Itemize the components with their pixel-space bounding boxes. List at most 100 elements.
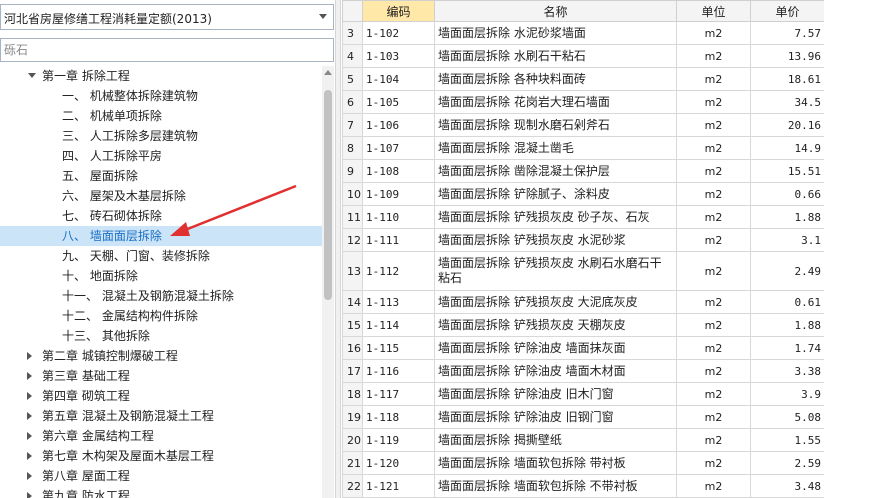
row-index-cell[interactable]: 16 bbox=[342, 336, 363, 360]
unit-cell[interactable]: m2 bbox=[676, 67, 751, 91]
table-row[interactable]: 4 1-103 墙面面层拆除 水刷石干粘石 m2 13.96 bbox=[342, 44, 824, 68]
code-cell[interactable]: 1-108 bbox=[362, 159, 435, 183]
code-cell[interactable]: 1-110 bbox=[362, 205, 435, 229]
tree-section-node[interactable]: 十三、 其他拆除 bbox=[0, 326, 322, 346]
header-price[interactable]: 单价 bbox=[750, 0, 824, 22]
name-cell[interactable]: 墙面面层拆除 混凝土凿毛 bbox=[434, 136, 677, 160]
chevron-down-icon[interactable] bbox=[319, 14, 327, 19]
unit-cell[interactable]: m2 bbox=[676, 182, 751, 206]
tree-section-node[interactable]: 十一、 混凝土及钢筋混凝土拆除 bbox=[0, 286, 322, 306]
row-index-cell[interactable]: 10 bbox=[342, 182, 363, 206]
triangle-right-icon[interactable] bbox=[27, 372, 32, 380]
tree-section-node[interactable]: 三、 人工拆除多层建筑物 bbox=[0, 126, 322, 146]
price-cell[interactable]: 0.66 bbox=[750, 182, 824, 206]
name-cell[interactable]: 墙面面层拆除 揭撕壁纸 bbox=[434, 428, 677, 452]
name-cell[interactable]: 墙面面层拆除 花岗岩大理石墙面 bbox=[434, 90, 677, 114]
unit-cell[interactable]: m2 bbox=[676, 205, 751, 229]
header-name[interactable]: 名称 bbox=[434, 0, 677, 22]
name-cell[interactable]: 墙面面层拆除 铲残损灰皮 砂子灰、石灰 bbox=[434, 205, 677, 229]
tree-section-node[interactable]: 五、 屋面拆除 bbox=[0, 166, 322, 186]
unit-cell[interactable]: m2 bbox=[676, 113, 751, 137]
name-cell[interactable]: 墙面面层拆除 铲除油皮 墙面木材面 bbox=[434, 359, 677, 383]
table-row[interactable]: 11 1-110 墙面面层拆除 铲残损灰皮 砂子灰、石灰 m2 1.88 bbox=[342, 205, 824, 229]
price-cell[interactable]: 1.88 bbox=[750, 313, 824, 337]
tree-section-node[interactable]: 十二、 金属结构构件拆除 bbox=[0, 306, 322, 326]
triangle-right-icon[interactable] bbox=[27, 492, 32, 498]
unit-cell[interactable]: m2 bbox=[676, 21, 751, 45]
tree-chapter-node[interactable]: 第九章 防水工程 bbox=[0, 486, 322, 498]
table-row[interactable]: 20 1-119 墙面面层拆除 揭撕壁纸 m2 1.55 bbox=[342, 428, 824, 452]
price-cell[interactable]: 13.96 bbox=[750, 44, 824, 68]
row-index-cell[interactable]: 13 bbox=[342, 251, 363, 291]
name-cell[interactable]: 墙面面层拆除 水刷石干粘石 bbox=[434, 44, 677, 68]
tree-chapter-node[interactable]: 第七章 木构架及屋面木基层工程 bbox=[0, 446, 322, 466]
table-row[interactable]: 16 1-115 墙面面层拆除 铲除油皮 墙面抹灰面 m2 1.74 bbox=[342, 336, 824, 360]
tree-section-node[interactable]: 七、 砖石砌体拆除 bbox=[0, 206, 322, 226]
price-cell[interactable]: 20.16 bbox=[750, 113, 824, 137]
row-index-cell[interactable]: 3 bbox=[342, 21, 363, 45]
triangle-right-icon[interactable] bbox=[27, 352, 32, 360]
code-cell[interactable]: 1-116 bbox=[362, 359, 435, 383]
price-cell[interactable]: 3.1 bbox=[750, 228, 824, 252]
name-cell[interactable]: 墙面面层拆除 现制水磨石剁斧石 bbox=[434, 113, 677, 137]
price-cell[interactable]: 1.74 bbox=[750, 336, 824, 360]
table-row[interactable]: 22 1-121 墙面面层拆除 墙面软包拆除 不带衬板 m2 3.48 bbox=[342, 474, 824, 498]
price-cell[interactable]: 1.88 bbox=[750, 205, 824, 229]
unit-cell[interactable]: m2 bbox=[676, 228, 751, 252]
triangle-down-icon[interactable] bbox=[28, 73, 36, 78]
table-row[interactable]: 21 1-120 墙面面层拆除 墙面软包拆除 带衬板 m2 2.59 bbox=[342, 451, 824, 475]
unit-cell[interactable]: m2 bbox=[676, 136, 751, 160]
name-cell[interactable]: 墙面面层拆除 铲除油皮 墙面抹灰面 bbox=[434, 336, 677, 360]
header-code[interactable]: 编码 bbox=[362, 0, 435, 22]
code-cell[interactable]: 1-121 bbox=[362, 474, 435, 498]
header-unit[interactable]: 单位 bbox=[676, 0, 751, 22]
table-row[interactable]: 12 1-111 墙面面层拆除 铲残损灰皮 水泥砂浆 m2 3.1 bbox=[342, 228, 824, 252]
row-index-cell[interactable]: 5 bbox=[342, 67, 363, 91]
row-index-cell[interactable]: 22 bbox=[342, 474, 363, 498]
table-row[interactable]: 9 1-108 墙面面层拆除 凿除混凝土保护层 m2 15.51 bbox=[342, 159, 824, 183]
code-cell[interactable]: 1-107 bbox=[362, 136, 435, 160]
table-row[interactable]: 3 1-102 墙面面层拆除 水泥砂浆墙面 m2 7.57 bbox=[342, 21, 824, 45]
tree-section-node[interactable]: 四、 人工拆除平房 bbox=[0, 146, 322, 166]
tree-section-node[interactable]: 十、 地面拆除 bbox=[0, 266, 322, 286]
triangle-right-icon[interactable] bbox=[27, 392, 32, 400]
price-cell[interactable]: 3.38 bbox=[750, 359, 824, 383]
name-cell[interactable]: 墙面面层拆除 凿除混凝土保护层 bbox=[434, 159, 677, 183]
name-cell[interactable]: 墙面面层拆除 铲残损灰皮 水刷石水磨石干粘石 bbox=[434, 251, 677, 291]
unit-cell[interactable]: m2 bbox=[676, 405, 751, 429]
triangle-right-icon[interactable] bbox=[27, 472, 32, 480]
table-row[interactable]: 6 1-105 墙面面层拆除 花岗岩大理石墙面 m2 34.5 bbox=[342, 90, 824, 114]
price-cell[interactable]: 1.55 bbox=[750, 428, 824, 452]
tree-section-node[interactable]: 二、 机械单项拆除 bbox=[0, 106, 322, 126]
triangle-right-icon[interactable] bbox=[27, 452, 32, 460]
tree-section-node[interactable]: 八、 墙面面层拆除 bbox=[0, 226, 322, 246]
price-cell[interactable]: 34.5 bbox=[750, 90, 824, 114]
row-index-cell[interactable]: 6 bbox=[342, 90, 363, 114]
tree-chapter-node[interactable]: 第四章 砌筑工程 bbox=[0, 386, 322, 406]
table-row[interactable]: 10 1-109 墙面面层拆除 铲除腻子、涂料皮 m2 0.66 bbox=[342, 182, 824, 206]
code-cell[interactable]: 1-119 bbox=[362, 428, 435, 452]
name-cell[interactable]: 墙面面层拆除 各种块料面砖 bbox=[434, 67, 677, 91]
tree-section-node[interactable]: 六、 屋架及木基层拆除 bbox=[0, 186, 322, 206]
price-cell[interactable]: 0.61 bbox=[750, 290, 824, 314]
price-cell[interactable]: 3.9 bbox=[750, 382, 824, 406]
name-cell[interactable]: 墙面面层拆除 铲残损灰皮 水泥砂浆 bbox=[434, 228, 677, 252]
tree-chapter-node[interactable]: 第三章 基础工程 bbox=[0, 366, 322, 386]
row-index-cell[interactable]: 20 bbox=[342, 428, 363, 452]
unit-cell[interactable]: m2 bbox=[676, 359, 751, 383]
search-input[interactable] bbox=[4, 40, 324, 60]
unit-cell[interactable]: m2 bbox=[676, 90, 751, 114]
row-index-cell[interactable]: 7 bbox=[342, 113, 363, 137]
price-cell[interactable]: 2.49 bbox=[750, 251, 824, 291]
row-index-cell[interactable]: 17 bbox=[342, 359, 363, 383]
table-row[interactable]: 14 1-113 墙面面层拆除 铲残损灰皮 大泥底灰皮 m2 0.61 bbox=[342, 290, 824, 314]
table-row[interactable]: 7 1-106 墙面面层拆除 现制水磨石剁斧石 m2 20.16 bbox=[342, 113, 824, 137]
name-cell[interactable]: 墙面面层拆除 铲除油皮 旧钢门窗 bbox=[434, 405, 677, 429]
price-cell[interactable]: 15.51 bbox=[750, 159, 824, 183]
price-cell[interactable]: 2.59 bbox=[750, 451, 824, 475]
code-cell[interactable]: 1-109 bbox=[362, 182, 435, 206]
unit-cell[interactable]: m2 bbox=[676, 428, 751, 452]
code-cell[interactable]: 1-102 bbox=[362, 21, 435, 45]
code-cell[interactable]: 1-112 bbox=[362, 251, 435, 291]
table-row[interactable]: 19 1-118 墙面面层拆除 铲除油皮 旧钢门窗 m2 5.08 bbox=[342, 405, 824, 429]
